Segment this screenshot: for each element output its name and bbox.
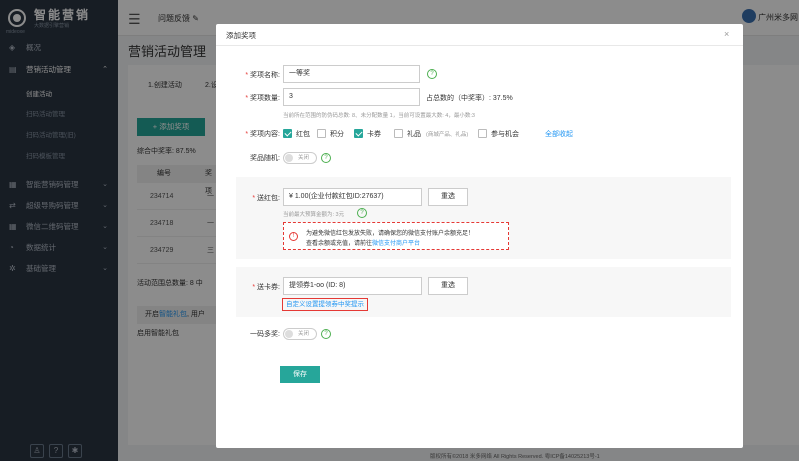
help-icon[interactable]: ? bbox=[427, 69, 437, 79]
coupon-prompt-link[interactable]: 自定义设置提领券中奖提示 bbox=[282, 298, 368, 311]
toggle-label: 关闭 bbox=[298, 331, 310, 337]
divider bbox=[216, 45, 743, 46]
reselect-redpack-button[interactable]: 重选 bbox=[428, 188, 468, 206]
toggle-knob bbox=[285, 154, 293, 162]
balance-warning: ! 为避免微信红包发放失败，请确保您的微信支付账户余额充足！ 查看余额或充值，请… bbox=[283, 222, 509, 250]
redpack-label: * 送红包: bbox=[252, 195, 280, 202]
modal-title: 添加奖项 bbox=[226, 31, 256, 40]
toggle-label: 关闭 bbox=[298, 155, 310, 161]
prize-qty-input[interactable]: 3 bbox=[283, 88, 420, 106]
add-prize-modal: 添加奖项 × * 奖项名称: 一等奖 ? * 奖项数量: 3 占总数的（中奖率）… bbox=[216, 24, 743, 448]
win-ratio-text: 占总数的（中奖率）: 37.5% bbox=[426, 95, 513, 102]
wechat-pay-link[interactable]: 微信支付商户平台 bbox=[372, 241, 420, 247]
save-button[interactable]: 保存 bbox=[280, 366, 320, 383]
random-toggle[interactable]: 关闭 bbox=[283, 152, 317, 164]
multi-prize-toggle[interactable]: 关闭 bbox=[283, 328, 317, 340]
coupon-input[interactable]: 提领券1-oo (ID: 8) bbox=[283, 277, 422, 295]
gift-option-note: (商城产品、礼品) bbox=[426, 132, 469, 138]
prize-content-label: * 奖项内容: bbox=[245, 131, 280, 138]
prize-name-input[interactable]: 一等奖 bbox=[283, 65, 420, 83]
participation-option-label: 参与机会 bbox=[491, 131, 519, 138]
coupon-label: * 送卡券: bbox=[252, 284, 280, 291]
redpack-input[interactable]: ¥ 1.00(企业付款红包ID:27637) bbox=[283, 188, 422, 206]
prize-name-label-text: 奖项名称: bbox=[250, 72, 280, 79]
participation-checkbox[interactable] bbox=[478, 129, 487, 138]
warning-line1: 为避免微信红包发放失败，请确保您的微信支付账户余额充足！ bbox=[306, 231, 475, 237]
toggle-knob bbox=[285, 330, 293, 338]
gift-option-label: 礼品 bbox=[407, 131, 421, 138]
qty-hint: 当前所在范围的防伪码总数: 8、未分配数量 1，当前可设置最大数: 4，最小数:… bbox=[283, 113, 475, 119]
coupon-option-label: 卡券 bbox=[367, 131, 381, 138]
coupon-label-text: 送卡券: bbox=[257, 284, 280, 291]
help-icon[interactable]: ? bbox=[321, 153, 331, 163]
points-checkbox[interactable] bbox=[317, 129, 326, 138]
prize-qty-label: * 奖项数量: bbox=[245, 95, 280, 102]
budget-hint: 当前最大预算金额为: 3元 bbox=[283, 212, 345, 218]
warning-icon: ! bbox=[289, 232, 298, 241]
multi-prize-label: 一码多奖: bbox=[250, 331, 280, 338]
help-icon[interactable]: ? bbox=[321, 329, 331, 339]
redpack-option-label: 红包 bbox=[296, 131, 310, 138]
gift-checkbox[interactable] bbox=[394, 129, 403, 138]
reselect-coupon-button[interactable]: 重选 bbox=[428, 277, 468, 295]
warning-line2-text: 查看余额或充值，请前往 bbox=[306, 241, 373, 247]
warning-line2: 查看余额或充值，请前往微信支付商户平台 bbox=[306, 238, 420, 247]
points-option-label: 积分 bbox=[330, 131, 344, 138]
close-icon[interactable]: × bbox=[724, 29, 729, 39]
redpack-label-text: 送红包: bbox=[257, 195, 280, 202]
random-label: 奖品随机: bbox=[250, 155, 280, 162]
redpack-checkbox[interactable] bbox=[283, 129, 292, 138]
collapse-all-link[interactable]: 全部收起 bbox=[545, 129, 573, 139]
prize-qty-label-text: 奖项数量: bbox=[250, 95, 280, 102]
help-icon[interactable]: ? bbox=[357, 208, 367, 218]
coupon-checkbox[interactable] bbox=[354, 129, 363, 138]
prize-name-label: * 奖项名称: bbox=[245, 72, 280, 79]
prize-content-label-text: 奖项内容: bbox=[250, 131, 280, 138]
